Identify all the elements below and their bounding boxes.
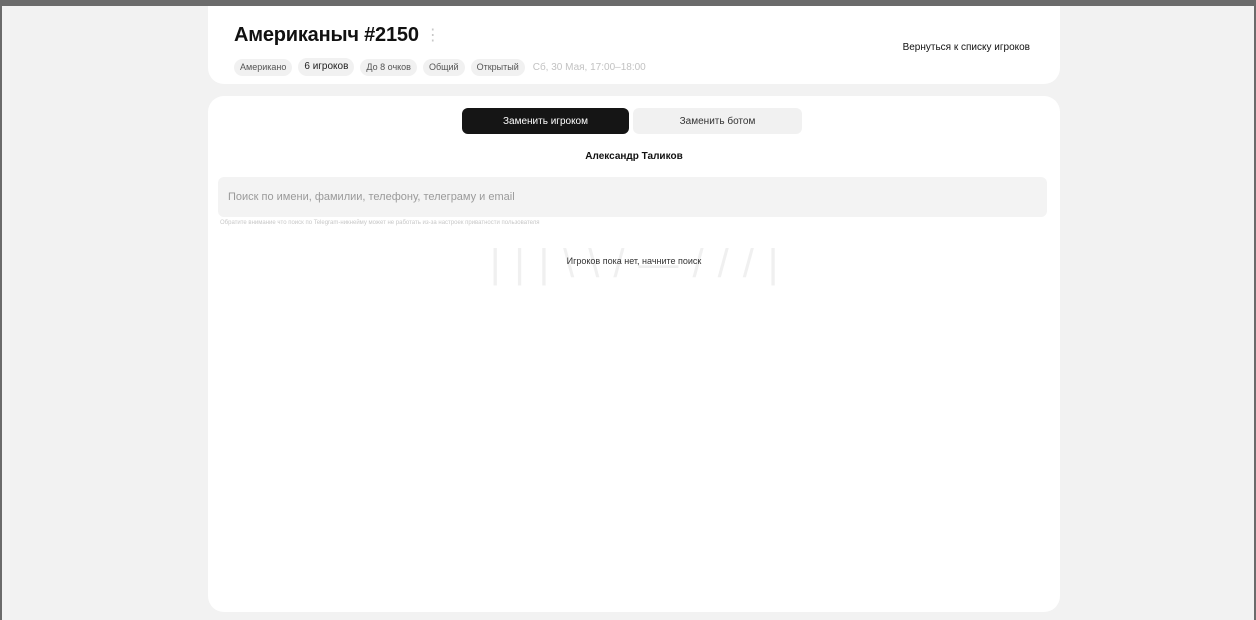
more-options-icon[interactable]: ⋮ — [425, 27, 441, 44]
game-title: Американыч #2150 — [234, 24, 419, 46]
tab-replace-with-bot[interactable]: Заменить ботом — [633, 108, 802, 134]
tag-type: Общий — [422, 58, 465, 76]
search-hint: Обратите внимание что поиск по Telegram-… — [220, 220, 540, 226]
replace-player-card: Заменить игроком Заменить ботом Александ… — [208, 96, 1060, 612]
game-time: Сб, 30 Мая, 17:00–18:00 — [532, 61, 646, 73]
game-header-card: Американыч #2150 ⋮ Американо 6 игроков Д… — [208, 6, 1060, 84]
tag-format: Американо — [234, 58, 293, 76]
tag-players: 6 игроков — [298, 58, 355, 76]
back-to-players-link[interactable]: Вернуться к списку игроков — [903, 42, 1030, 53]
replaced-player-name: Александр Таликов — [585, 151, 683, 162]
tag-visibility: Открытый — [470, 58, 525, 76]
game-tags: Американо 6 игроков До 8 очков Общий Отк… — [234, 58, 646, 76]
player-search-input[interactable] — [218, 177, 1047, 217]
tag-points: До 8 очков — [360, 58, 417, 76]
tab-replace-with-player[interactable]: Заменить игроком — [462, 108, 629, 134]
title-row: Американыч #2150 ⋮ — [234, 24, 441, 47]
replace-mode-switch: Заменить игроком Заменить ботом — [462, 108, 802, 134]
empty-state-text: Игроков пока нет, начните поиск — [566, 256, 702, 266]
